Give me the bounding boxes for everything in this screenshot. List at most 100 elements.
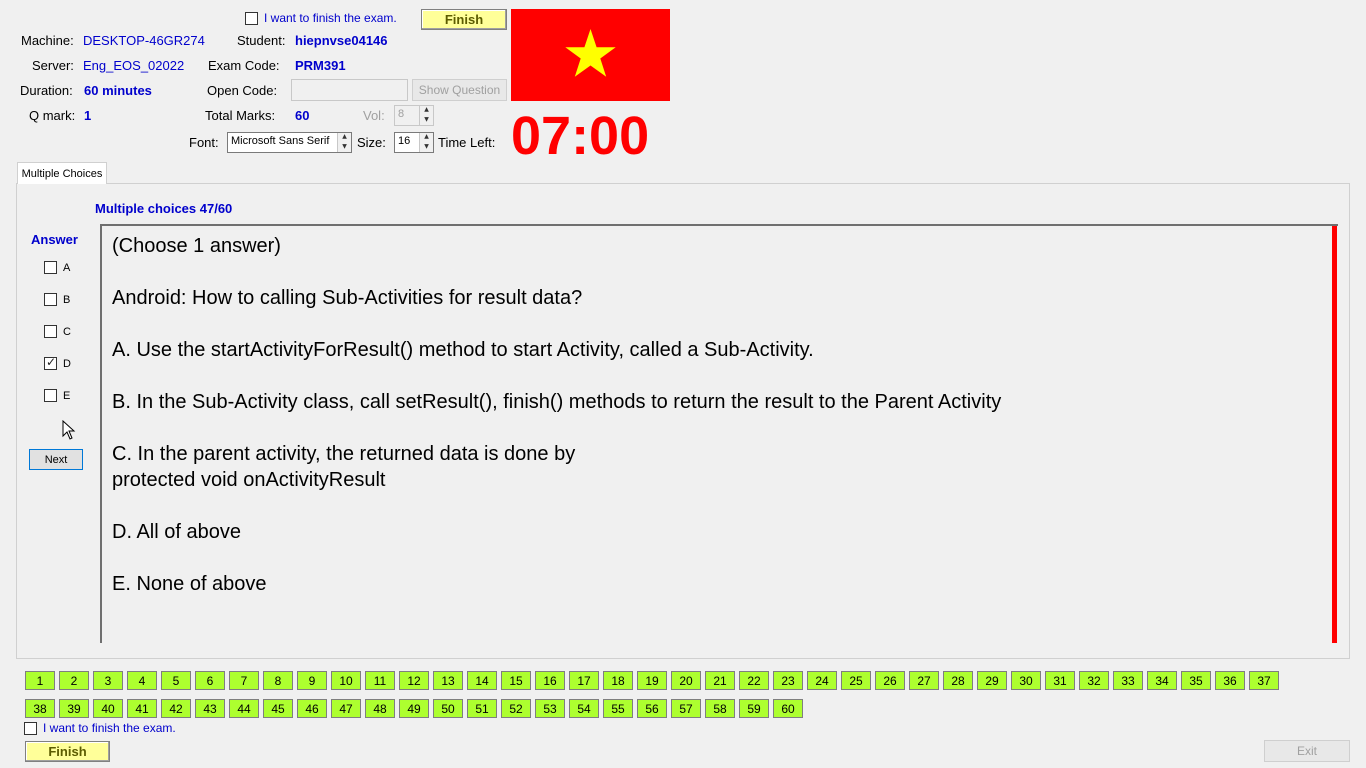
question-button[interactable]: 9	[297, 671, 327, 690]
answer-checkbox-c[interactable]	[44, 325, 57, 338]
question-button[interactable]: 47	[331, 699, 361, 718]
question-button[interactable]: 8	[263, 671, 293, 690]
question-button[interactable]: 36	[1215, 671, 1245, 690]
answer-option-e[interactable]: E	[44, 389, 70, 402]
question-button[interactable]: 30	[1011, 671, 1041, 690]
question-text-area[interactable]: (Choose 1 answer) Android: How to callin…	[100, 224, 1338, 643]
question-button[interactable]: 7	[229, 671, 259, 690]
question-button[interactable]: 38	[25, 699, 55, 718]
exit-button[interactable]: Exit	[1264, 740, 1350, 762]
question-button[interactable]: 25	[841, 671, 871, 690]
answer-checkbox-e[interactable]	[44, 389, 57, 402]
answer-option-a[interactable]: A	[44, 261, 70, 274]
question-counter: Multiple choices 47/60	[95, 201, 233, 216]
open-code-input[interactable]	[291, 79, 408, 101]
question-button[interactable]: 18	[603, 671, 633, 690]
vol-stepper[interactable]: 8 ▲ ▼	[394, 105, 434, 126]
finish-checkbox-top[interactable]	[245, 11, 258, 25]
question-button[interactable]: 5	[161, 671, 191, 690]
question-button[interactable]: 10	[331, 671, 361, 690]
question-button[interactable]: 28	[943, 671, 973, 690]
question-button[interactable]: 42	[161, 699, 191, 718]
question-button[interactable]: 26	[875, 671, 905, 690]
question-button[interactable]: 40	[93, 699, 123, 718]
question-button[interactable]: 54	[569, 699, 599, 718]
question-button[interactable]: 51	[467, 699, 497, 718]
spin-down-icon[interactable]: ▼	[420, 116, 433, 126]
question-button[interactable]: 50	[433, 699, 463, 718]
question-button[interactable]: 58	[705, 699, 735, 718]
question-button[interactable]: 4	[127, 671, 157, 690]
question-button[interactable]: 35	[1181, 671, 1211, 690]
next-button[interactable]: Next	[29, 449, 83, 470]
question-button[interactable]: 11	[365, 671, 395, 690]
question-button[interactable]: 23	[773, 671, 803, 690]
spin-up-icon[interactable]: ▲	[338, 133, 351, 143]
spin-down-icon[interactable]: ▼	[338, 143, 351, 153]
spin-up-icon[interactable]: ▲	[420, 106, 433, 116]
question-button[interactable]: 53	[535, 699, 565, 718]
question-button[interactable]: 37	[1249, 671, 1279, 690]
question-button[interactable]: 16	[535, 671, 565, 690]
question-button[interactable]: 55	[603, 699, 633, 718]
size-stepper[interactable]: 16 ▲ ▼	[394, 132, 434, 153]
spin-down-icon[interactable]: ▼	[420, 143, 433, 153]
question-button[interactable]: 39	[59, 699, 89, 718]
question-button[interactable]: 60	[773, 699, 803, 718]
font-spinner[interactable]: ▲ ▼	[337, 133, 351, 152]
question-button[interactable]: 32	[1079, 671, 1109, 690]
question-button[interactable]: 46	[297, 699, 327, 718]
finish-check-bottom[interactable]: I want to finish the exam.	[24, 721, 176, 735]
font-value: Microsoft Sans Serif	[231, 135, 330, 147]
question-button[interactable]: 14	[467, 671, 497, 690]
question-button[interactable]: 13	[433, 671, 463, 690]
question-button[interactable]: 12	[399, 671, 429, 690]
question-button[interactable]: 3	[93, 671, 123, 690]
question-button[interactable]: 44	[229, 699, 259, 718]
question-button[interactable]: 27	[909, 671, 939, 690]
question-button[interactable]: 1	[25, 671, 55, 690]
question-button[interactable]: 6	[195, 671, 225, 690]
font-stepper[interactable]: Microsoft Sans Serif ▲ ▼	[227, 132, 352, 153]
question-button[interactable]: 17	[569, 671, 599, 690]
answer-option-c[interactable]: C	[44, 325, 71, 338]
question-button[interactable]: 19	[637, 671, 667, 690]
student-label: Student:	[237, 33, 286, 48]
question-button[interactable]: 31	[1045, 671, 1075, 690]
vietnam-flag-icon	[511, 9, 670, 101]
question-button[interactable]: 22	[739, 671, 769, 690]
show-question-button[interactable]: Show Question	[412, 79, 507, 101]
machine-value: DESKTOP-46GR274	[83, 33, 205, 48]
question-button[interactable]: 49	[399, 699, 429, 718]
question-button[interactable]: 43	[195, 699, 225, 718]
question-button[interactable]: 33	[1113, 671, 1143, 690]
question-button[interactable]: 15	[501, 671, 531, 690]
finish-check-label-bottom: I want to finish the exam.	[43, 721, 176, 735]
answer-checkbox-b[interactable]	[44, 293, 57, 306]
question-button[interactable]: 57	[671, 699, 701, 718]
answer-checkbox-d[interactable]	[44, 355, 57, 370]
vol-spinner[interactable]: ▲ ▼	[419, 106, 433, 125]
tab-multiple-choices[interactable]: Multiple Choices	[17, 162, 107, 184]
question-button[interactable]: 45	[263, 699, 293, 718]
question-button[interactable]: 29	[977, 671, 1007, 690]
question-button[interactable]: 59	[739, 699, 769, 718]
finish-button-bottom[interactable]: Finish	[25, 741, 110, 762]
question-button[interactable]: 48	[365, 699, 395, 718]
finish-checkbox-bottom[interactable]	[24, 721, 37, 735]
question-button[interactable]: 41	[127, 699, 157, 718]
answer-option-b[interactable]: B	[44, 293, 70, 306]
finish-button-top[interactable]: Finish	[421, 9, 507, 30]
answer-option-d[interactable]: D	[44, 355, 71, 370]
question-button[interactable]: 52	[501, 699, 531, 718]
spin-up-icon[interactable]: ▲	[420, 133, 433, 143]
question-button[interactable]: 20	[671, 671, 701, 690]
question-button[interactable]: 56	[637, 699, 667, 718]
question-button[interactable]: 2	[59, 671, 89, 690]
answer-checkbox-a[interactable]	[44, 261, 57, 274]
size-spinner[interactable]: ▲ ▼	[419, 133, 433, 152]
finish-check-top[interactable]: I want to finish the exam.	[245, 11, 397, 25]
question-button[interactable]: 24	[807, 671, 837, 690]
question-button[interactable]: 34	[1147, 671, 1177, 690]
question-button[interactable]: 21	[705, 671, 735, 690]
